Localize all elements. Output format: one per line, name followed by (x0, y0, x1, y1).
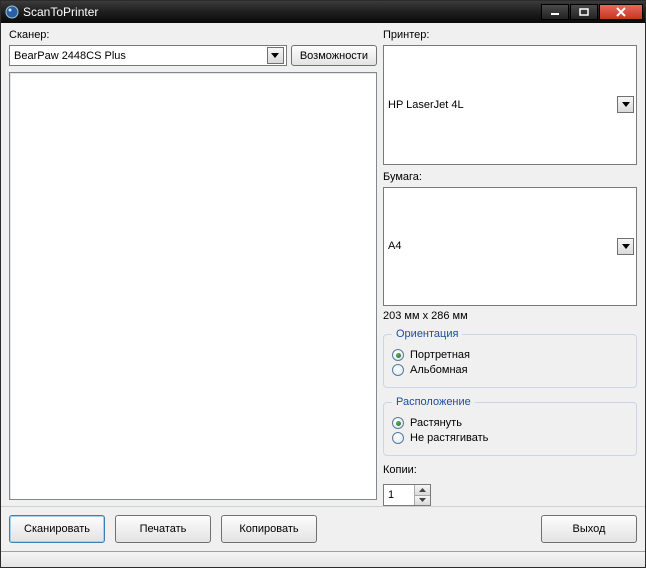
footer: Сканировать Печатать Копировать Выход (1, 506, 645, 551)
dropdown-icon (617, 96, 634, 113)
print-button[interactable]: Печатать (115, 515, 211, 543)
close-button[interactable] (599, 4, 643, 20)
paper-select[interactable]: A4 (383, 187, 637, 307)
orientation-group: Ориентация Портретная Альбомная (383, 328, 637, 388)
scanner-select[interactable]: BearPaw 2448CS Plus (9, 45, 287, 66)
spinner-up-icon[interactable] (415, 485, 430, 495)
paper-label: Бумага: (383, 171, 637, 183)
exit-button[interactable]: Выход (541, 515, 637, 543)
radio-icon (392, 349, 404, 361)
layout-group: Расположение Растянуть Не растягивать (383, 396, 637, 456)
scanner-selected: BearPaw 2448CS Plus (14, 50, 267, 62)
copies-label: Копии: (383, 464, 637, 476)
orientation-landscape-option[interactable]: Альбомная (392, 364, 628, 376)
dropdown-icon (617, 238, 634, 255)
layout-nostretch-option[interactable]: Не растягивать (392, 432, 628, 444)
layout-legend: Расположение (392, 396, 475, 408)
paper-selected: A4 (388, 240, 617, 252)
orientation-portrait-option[interactable]: Портретная (392, 349, 628, 361)
radio-icon (392, 432, 404, 444)
copies-spinner[interactable] (383, 484, 431, 506)
copies-input[interactable] (384, 485, 414, 505)
orientation-portrait-label: Портретная (410, 349, 470, 361)
printer-selected: HP LaserJet 4L (388, 99, 617, 111)
printer-select[interactable]: HP LaserJet 4L (383, 45, 637, 165)
minimize-button[interactable] (541, 4, 569, 20)
preview-area (9, 72, 377, 500)
copy-button[interactable]: Копировать (221, 515, 317, 543)
capabilities-button[interactable]: Возможности (291, 45, 377, 66)
printer-label: Принтер: (383, 29, 637, 41)
titlebar: ScanToPrinter (1, 1, 645, 23)
app-window: ScanToPrinter Сканер: BearPaw 2448CS Plu… (0, 0, 646, 568)
window-title: ScanToPrinter (23, 5, 540, 19)
status-bar (1, 551, 645, 567)
orientation-landscape-label: Альбомная (410, 364, 468, 376)
scanner-label: Сканер: (9, 29, 377, 41)
radio-icon (392, 417, 404, 429)
dropdown-icon (267, 47, 284, 64)
radio-icon (392, 364, 404, 376)
scan-button[interactable]: Сканировать (9, 515, 105, 543)
layout-nostretch-label: Не растягивать (410, 432, 488, 444)
layout-stretch-label: Растянуть (410, 417, 462, 429)
app-icon (5, 5, 19, 19)
maximize-button[interactable] (570, 4, 598, 20)
orientation-legend: Ориентация (392, 328, 462, 340)
layout-stretch-option[interactable]: Растянуть (392, 417, 628, 429)
paper-dimensions: 203 мм x 286 мм (383, 310, 637, 322)
spinner-down-icon[interactable] (415, 495, 430, 506)
